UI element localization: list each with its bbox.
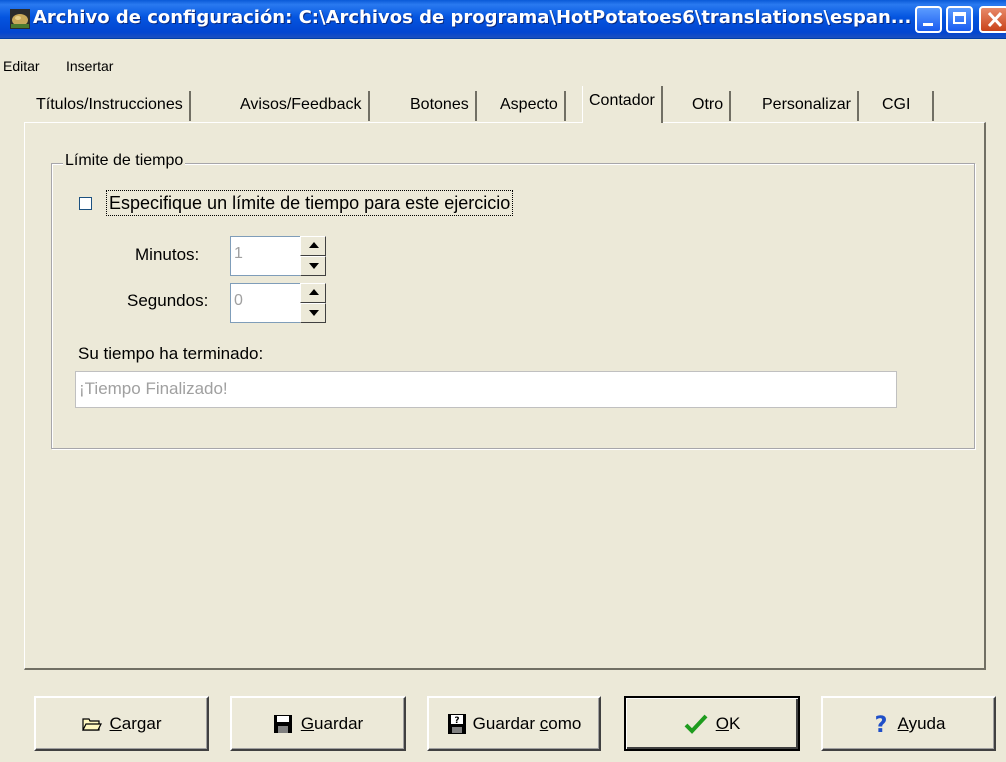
minimize-button[interactable]	[915, 6, 942, 33]
hotpotatoes-app-icon[interactable]	[10, 9, 30, 29]
tab-botones[interactable]: Botones	[404, 91, 477, 121]
tab-aspecto[interactable]: Aspecto	[494, 91, 566, 121]
ok-button[interactable]: OK	[624, 696, 800, 751]
menu-insertar[interactable]: Insertar	[66, 58, 113, 74]
time-limit-checkbox[interactable]	[79, 197, 92, 210]
save-as-label: omo	[548, 713, 582, 733]
save-as-button[interactable]: ? Guardar como	[427, 696, 601, 751]
minutes-down-button[interactable]	[300, 256, 326, 276]
save-mnemonic: G	[300, 713, 315, 733]
checkmark-icon	[684, 714, 708, 734]
time-up-message-input[interactable]: ¡Tiempo Finalizado!	[75, 371, 897, 408]
tab-avisos-feedback[interactable]: Avisos/Feedback	[234, 91, 370, 121]
config-dialog-window: Archivo de configuración: C:\Archivos de…	[0, 0, 1006, 762]
menu-editar[interactable]: Editar	[3, 58, 40, 74]
help-button[interactable]: ? Ayuda	[821, 696, 996, 751]
svg-text:?: ?	[454, 716, 459, 726]
seconds-down-button[interactable]	[300, 303, 326, 323]
save-as-label-prefix: Guardar	[472, 713, 540, 733]
help-label: yuda	[908, 713, 946, 733]
close-button[interactable]	[979, 6, 1006, 33]
ok-mnemonic: O	[715, 713, 729, 733]
ok-label: K	[728, 713, 741, 733]
window-title: Archivo de configuración: C:\Archivos de…	[33, 7, 912, 28]
minutes-spinner	[300, 236, 326, 276]
load-label: argar	[121, 713, 162, 733]
time-up-label: Su tiempo ha terminado:	[78, 344, 264, 363]
question-mark-icon: ?	[872, 713, 890, 735]
tab-contador[interactable]: Contador	[582, 86, 663, 123]
seconds-up-button[interactable]	[300, 283, 326, 303]
tab-otro[interactable]: Otro	[686, 91, 732, 121]
load-button[interactable]: Cargar	[34, 696, 209, 751]
tab-titulos-instrucciones[interactable]: Títulos/Instrucciones	[30, 91, 191, 121]
floppy-disk-icon	[273, 714, 293, 734]
minutes-up-button[interactable]	[300, 236, 326, 256]
tab-strip: Títulos/Instrucciones Avisos/Feedback Bo…	[26, 86, 986, 123]
save-as-mnemonic: c	[539, 713, 549, 733]
minutes-label: Minutos:	[135, 245, 200, 264]
title-bar[interactable]: Archivo de configuración: C:\Archivos de…	[0, 0, 1006, 39]
load-mnemonic: C	[109, 713, 122, 733]
seconds-label: Segundos:	[127, 291, 209, 310]
help-mnemonic: A	[897, 713, 909, 733]
tab-cgi[interactable]: CGI	[876, 91, 935, 121]
save-button[interactable]: Guardar	[230, 696, 406, 751]
floppy-question-icon: ?	[447, 713, 467, 735]
maximize-button[interactable]	[946, 6, 973, 33]
save-label: uardar	[314, 713, 364, 733]
time-limit-group-label: Límite de tiempo	[63, 152, 186, 170]
tab-personalizar[interactable]: Personalizar	[756, 91, 859, 121]
seconds-spinner	[300, 283, 326, 323]
folder-open-icon	[81, 716, 102, 732]
close-icon	[987, 11, 1003, 28]
svg-text:?: ?	[874, 713, 887, 735]
time-limit-checkbox-label[interactable]: Especifique un límite de tiempo para est…	[106, 190, 514, 216]
